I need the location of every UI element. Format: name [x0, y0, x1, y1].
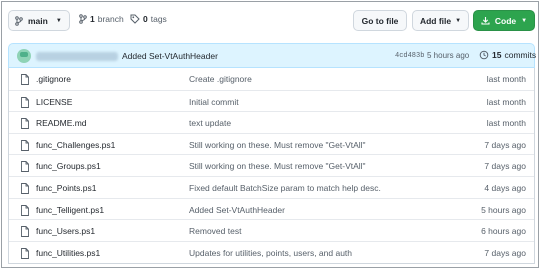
download-icon [481, 17, 490, 25]
file-commit-age: 7 days ago [484, 139, 526, 150]
file-icon [21, 226, 29, 238]
file-name-link[interactable]: func_Telligent.ps1 [36, 205, 104, 215]
branch-select-button[interactable]: main ▼ [8, 10, 70, 31]
file-icon [21, 139, 29, 151]
file-icon [21, 204, 29, 216]
commits-link[interactable]: 15 commits [479, 50, 536, 60]
file-name-link[interactable]: func_Users.ps1 [36, 226, 95, 236]
branch-icon [79, 14, 87, 24]
file-icon [21, 161, 29, 173]
file-name-link[interactable]: LICENSE [36, 97, 72, 107]
file-name-link[interactable]: .gitignore [36, 74, 71, 84]
file-row[interactable]: README.md text update last month [9, 111, 534, 133]
file-row[interactable]: func_Utilities.ps1 Updates for utilities,… [9, 240, 534, 263]
branches-label: branch [97, 14, 124, 24]
tags-link[interactable]: 0 tags [130, 14, 167, 24]
commit-author-redacted[interactable] [36, 52, 118, 61]
file-name-link[interactable]: func_Points.ps1 [36, 183, 96, 193]
file-commit-message[interactable]: Still working on these. Must remove "Get… [189, 161, 366, 171]
file-commit-message[interactable]: text update [189, 118, 231, 128]
file-row[interactable]: func_Groups.ps1 Still working on these. M… [9, 154, 534, 176]
history-icon [479, 50, 489, 60]
file-icon [21, 247, 29, 259]
repo-toolbar: main ▼ 1 branch 0 tags Go to file Add fi… [2, 2, 540, 38]
file-commit-age: 7 days ago [484, 247, 526, 258]
file-icon [21, 183, 29, 194]
file-commit-message[interactable]: Updates for utilities, points, users, an… [189, 248, 352, 258]
go-to-file-button[interactable]: Go to file [353, 10, 407, 31]
add-file-label: Add file [419, 15, 452, 26]
latest-commit-message[interactable]: Added Set-VtAuthHeader [122, 51, 218, 61]
code-label: Code [494, 15, 517, 26]
tags-count: 0 [143, 14, 148, 24]
file-commit-age: last month [486, 118, 526, 129]
commits-count: 15 [492, 50, 502, 60]
file-name-link[interactable]: func_Challenges.ps1 [36, 140, 115, 150]
branch-name: main [28, 15, 48, 26]
caret-down-icon: ▼ [455, 17, 462, 24]
file-commit-message[interactable]: Fixed default BatchSize param to match h… [189, 183, 381, 193]
file-commit-message[interactable]: Added Set-VtAuthHeader [189, 205, 285, 215]
file-commit-age: 4 days ago [484, 183, 526, 193]
file-icon [21, 118, 29, 130]
commits-label: commits [504, 50, 537, 60]
file-commit-message[interactable]: Removed test [189, 226, 241, 236]
file-list: .gitignore Create .gitignore last month LIC… [8, 68, 535, 264]
file-row[interactable]: func_Users.ps1 Removed test 6 hours ago [9, 219, 534, 241]
file-name-link[interactable]: func_Groups.ps1 [36, 161, 101, 171]
latest-commit-bar: Added Set-VtAuthHeader 4cd483b 5 hours a… [8, 43, 536, 68]
code-button[interactable]: Code ▼ [473, 10, 535, 31]
branch-icon [15, 15, 23, 26]
tags-label: tags [150, 14, 167, 24]
file-commit-age: 7 days ago [484, 161, 526, 172]
file-row[interactable]: .gitignore Create .gitignore last month [9, 68, 534, 90]
commit-sha[interactable]: 4cd483b [395, 52, 424, 60]
add-file-button[interactable]: Add file ▼ [412, 10, 469, 31]
caret-down-icon: ▼ [521, 17, 528, 24]
file-name-link[interactable]: func_Utilities.ps1 [36, 248, 100, 258]
file-commit-message[interactable]: Still working on these. Must remove "Get… [189, 140, 366, 150]
file-icon [21, 96, 29, 108]
branches-count: 1 [90, 14, 95, 24]
file-row[interactable]: LICENSE Initial commit last month [9, 89, 534, 112]
file-commit-age: last month [486, 96, 526, 107]
file-commit-age: 6 hours ago [481, 226, 526, 237]
branches-link[interactable]: 1 branch [79, 14, 124, 24]
file-commit-message[interactable]: Create .gitignore [189, 74, 252, 84]
file-commit-age: 5 hours ago [481, 204, 526, 215]
file-row[interactable]: func_Points.ps1 Fixed default BatchSize p… [9, 176, 534, 198]
file-name-link[interactable]: README.md [36, 118, 87, 128]
repo-browser: main ▼ 1 branch 0 tags Go to file Add fi… [1, 1, 539, 268]
caret-down-icon: ▼ [55, 17, 62, 24]
avatar[interactable] [17, 49, 31, 63]
file-commit-age: last month [486, 74, 526, 84]
file-row[interactable]: func_Challenges.ps1 Still working on thes… [9, 132, 534, 155]
tag-icon [130, 14, 140, 24]
file-commit-message[interactable]: Initial commit [189, 97, 239, 107]
file-row[interactable]: func_Telligent.ps1 Added Set-VtAuthHeader… [9, 197, 534, 220]
commit-age: 5 hours ago [427, 51, 470, 60]
file-icon [21, 74, 29, 85]
go-to-file-label: Go to file [361, 15, 399, 26]
